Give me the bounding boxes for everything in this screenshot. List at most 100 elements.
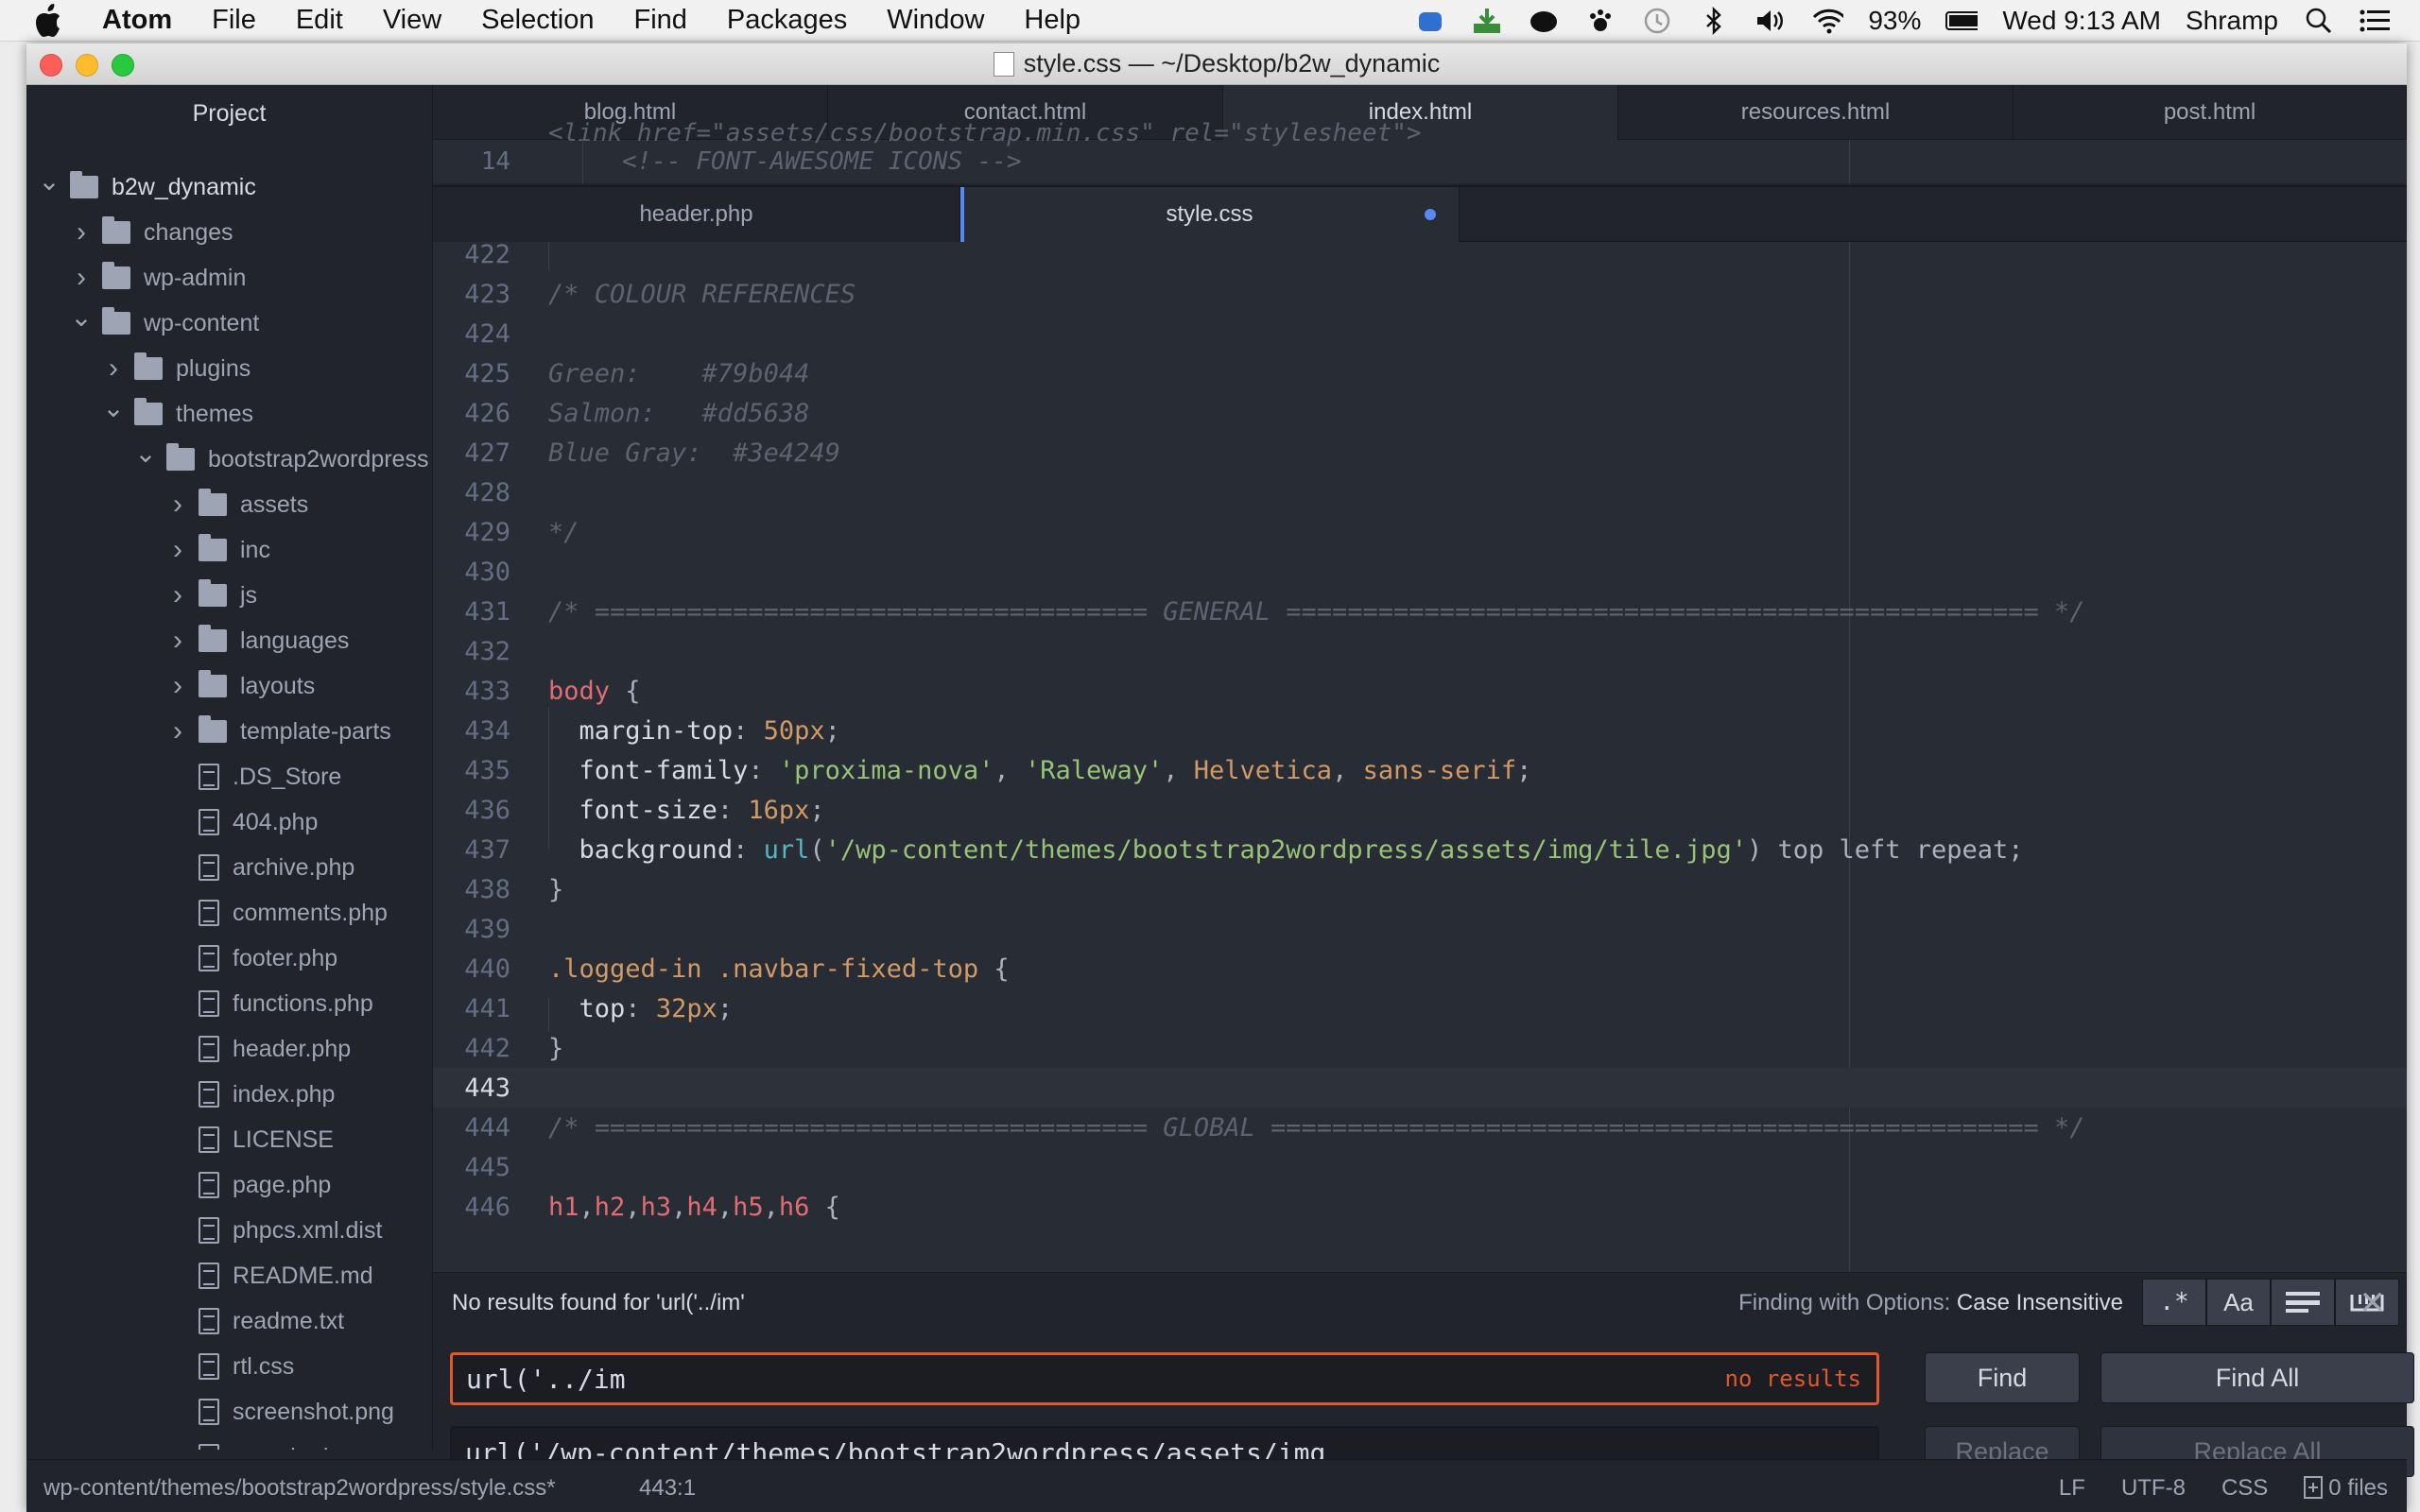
code-line[interactable]: 446 h1,h2,h3,h4,h5,h6 { [433, 1187, 2407, 1227]
menu-find[interactable]: Find [633, 5, 686, 36]
find-panel-close-icon[interactable]: ✕ [2360, 1284, 2387, 1322]
document-proxy-icon[interactable] [993, 51, 1014, 77]
evernote-icon[interactable] [1414, 5, 1446, 37]
window-minimize-button[interactable] [76, 54, 98, 77]
tree-item[interactable]: ⌄ b2w_dynamic [26, 164, 432, 210]
tab-post-html[interactable]: post.html [2014, 85, 2407, 140]
elephant-icon[interactable] [1528, 5, 1560, 37]
code-line[interactable]: 441 top: 32px; [433, 988, 2407, 1028]
code-line[interactable]: 422 [433, 242, 2407, 274]
tree-item[interactable]: ⌄ bootstrap2wordpress [26, 437, 432, 482]
spotlight-search-icon[interactable] [2303, 5, 2335, 37]
tree-item[interactable]: LICENSE [26, 1117, 432, 1162]
download-tray-icon[interactable] [1471, 5, 1503, 37]
battery-icon[interactable] [1945, 5, 1979, 37]
tree-item[interactable]: page.php [26, 1162, 432, 1208]
code-line[interactable]: 442} [433, 1028, 2407, 1068]
code-line[interactable]: 425 Green: #79b044 [433, 353, 2407, 393]
code-line[interactable]: 435 font-family: 'proxima-nova', 'Ralewa… [433, 750, 2407, 790]
tree-item[interactable]: rtl.css [26, 1344, 432, 1389]
apple-menu-icon[interactable] [34, 3, 70, 39]
tree-item[interactable]: archive.php [26, 845, 432, 890]
code-line[interactable]: 427 Blue Gray: #3e4249 [433, 433, 2407, 472]
menubar-clock[interactable]: Wed 9:13 AM [2002, 6, 2161, 36]
tab-header-php[interactable]: header.php [433, 187, 960, 242]
code-editor[interactable]: 422 423 /* COLOUR REFERENCES 424 425 Green: #… [433, 242, 2407, 1272]
in-selection-toggle-button[interactable] [2271, 1279, 2335, 1326]
tree-item[interactable]: 404.php [26, 799, 432, 845]
status-file-path[interactable]: wp-content/themes/bootstrap2wordpress/st… [43, 1475, 556, 1502]
code-line[interactable]: 432 [433, 631, 2407, 671]
bluetooth-icon[interactable] [1698, 5, 1730, 37]
tree-item[interactable]: › assets [26, 482, 432, 527]
code-line[interactable]: 440 .logged-in .navbar-fixed-top { [433, 949, 2407, 988]
notification-center-icon[interactable] [2360, 5, 2392, 37]
tree-item[interactable]: › inc [26, 527, 432, 573]
code-line[interactable]: 431 /* ==================================… [433, 592, 2407, 631]
tree-item[interactable]: footer.php [26, 936, 432, 981]
menu-app-name[interactable]: Atom [102, 5, 172, 36]
tree-item[interactable]: .DS_Store [26, 754, 432, 799]
tree-item[interactable]: header.php [26, 1026, 432, 1072]
menu-view[interactable]: View [383, 5, 441, 36]
tree-item[interactable]: › changes [26, 210, 432, 255]
tab-resources-html[interactable]: resources.html [1618, 85, 2014, 140]
tree-item[interactable]: › languages [26, 618, 432, 663]
tree-item[interactable]: › js [26, 573, 432, 618]
code-line[interactable]: 433 body { [433, 671, 2407, 711]
code-line[interactable]: 438} [433, 869, 2407, 909]
code-line[interactable]: 424 [433, 314, 2407, 353]
time-machine-icon[interactable] [1641, 5, 1673, 37]
tree-view-header[interactable]: Project [26, 85, 432, 142]
case-sensitive-toggle-button[interactable]: Aa [2206, 1279, 2271, 1326]
tree-item[interactable]: › wp-admin [26, 255, 432, 301]
tree-item[interactable]: › layouts [26, 663, 432, 709]
find-button[interactable]: Find [1925, 1352, 2080, 1403]
tree-item[interactable]: readme.txt [26, 1298, 432, 1344]
tree-item[interactable]: index.php [26, 1072, 432, 1117]
code-line[interactable]: 436 font-size: 16px; [433, 790, 2407, 830]
tree-item[interactable]: screenshot.png [26, 1389, 432, 1435]
menu-selection[interactable]: Selection [481, 5, 594, 36]
window-close-button[interactable] [40, 54, 62, 77]
tree-item[interactable]: README.md [26, 1253, 432, 1298]
code-line[interactable]: 426 Salmon: #dd5638 [433, 393, 2407, 433]
code-line[interactable]: 443 [433, 1068, 2407, 1108]
code-line[interactable]: 445 [433, 1147, 2407, 1187]
tree-item[interactable]: search.php [26, 1435, 432, 1450]
status-line-ending[interactable]: LF [2059, 1475, 2085, 1502]
top-pane-code[interactable]: <link href="assets/css/bootstrap.min.css… [433, 119, 2407, 183]
menubar-user[interactable]: Shramp [2186, 6, 2278, 36]
find-input[interactable]: url('../im no results [450, 1352, 1879, 1405]
code-line[interactable]: 439 [433, 909, 2407, 949]
code-line[interactable]: 429 */ [433, 512, 2407, 552]
menu-packages[interactable]: Packages [727, 5, 847, 36]
status-git-files[interactable]: 0 files [2304, 1475, 2388, 1502]
tree-item[interactable]: ⌄ wp-content [26, 301, 432, 346]
window-titlebar[interactable]: style.css — ~/Desktop/b2w_dynamic [26, 43, 2407, 85]
code-line[interactable]: 423 /* COLOUR REFERENCES [433, 274, 2407, 314]
tree-item[interactable]: comments.php [26, 890, 432, 936]
regex-toggle-button[interactable]: .* [2142, 1279, 2206, 1326]
volume-icon[interactable] [1754, 5, 1787, 37]
window-zoom-button[interactable] [112, 54, 134, 77]
find-all-button[interactable]: Find All [2100, 1352, 2414, 1403]
menu-help[interactable]: Help [1024, 5, 1080, 36]
tree-item[interactable]: › template-parts [26, 709, 432, 754]
wifi-icon[interactable] [1811, 5, 1844, 37]
code-line[interactable]: 434 margin-top: 50px; [433, 711, 2407, 750]
status-encoding[interactable]: UTF-8 [2121, 1475, 2186, 1502]
tree-item[interactable]: phpcs.xml.dist [26, 1208, 432, 1253]
paw-icon[interactable] [1584, 5, 1616, 37]
tab-style-css[interactable]: style.css [960, 187, 1460, 242]
menu-window[interactable]: Window [887, 5, 984, 36]
code-line[interactable]: 437 background: url('/wp-content/themes/… [433, 830, 2407, 869]
status-grammar[interactable]: CSS [2221, 1475, 2268, 1502]
code-line[interactable]: 430 [433, 552, 2407, 592]
status-cursor-position[interactable]: 443:1 [639, 1475, 696, 1502]
tree-item[interactable]: › plugins [26, 346, 432, 391]
code-line[interactable]: 428 [433, 472, 2407, 512]
menu-file[interactable]: File [212, 5, 256, 36]
menu-edit[interactable]: Edit [296, 5, 343, 36]
tree-item[interactable]: ⌄ themes [26, 391, 432, 437]
